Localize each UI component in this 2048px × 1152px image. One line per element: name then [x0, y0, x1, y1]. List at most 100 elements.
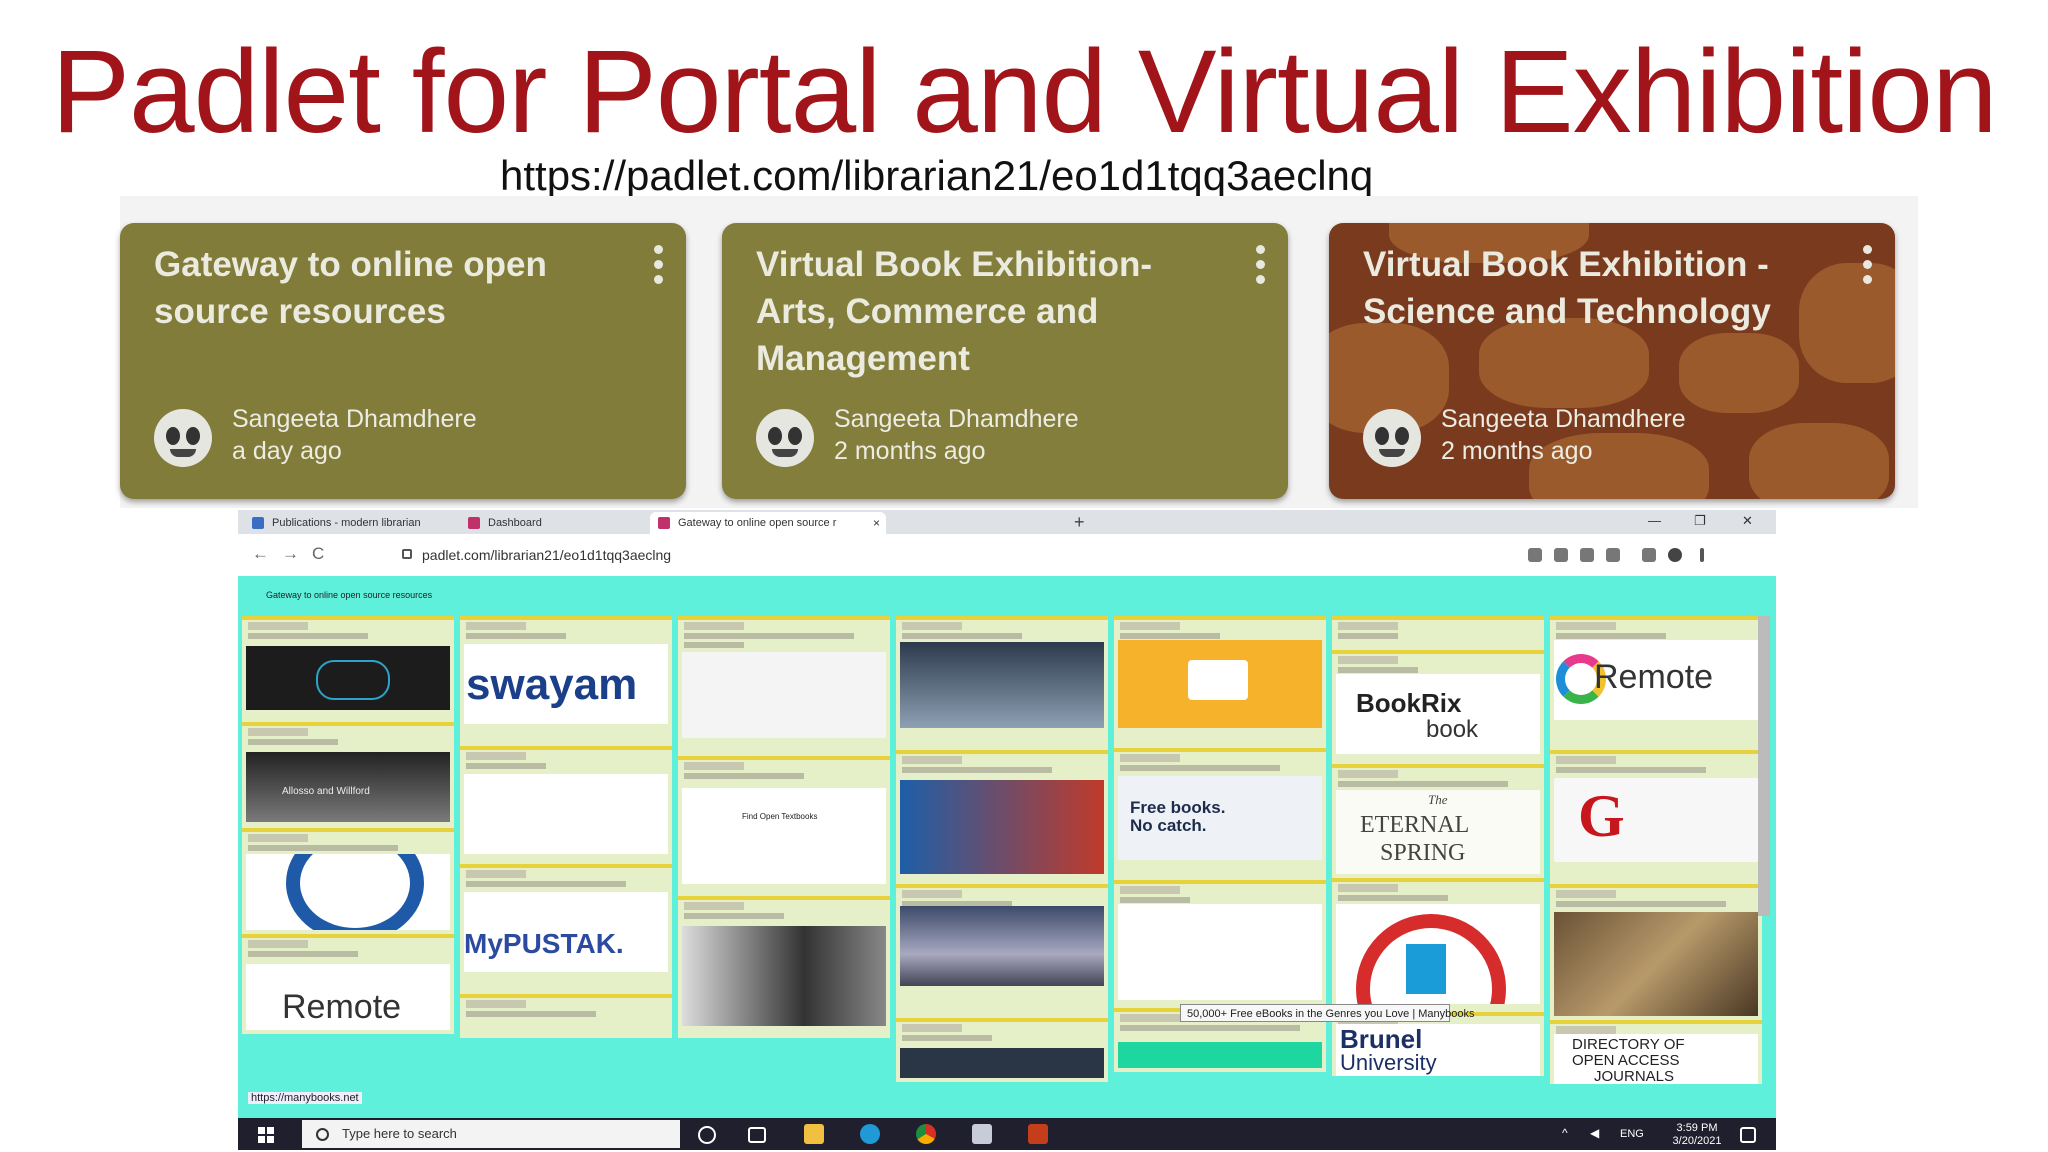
- post[interactable]: [896, 750, 1108, 884]
- post[interactable]: [678, 616, 890, 756]
- thumb-label: The: [1428, 792, 1448, 807]
- giraffe-pattern: [1679, 333, 1799, 413]
- post-thumbnail: Brunel University: [1336, 1024, 1540, 1076]
- address-text: padlet.com/librarian21/eo1d1tqq3aeclng: [422, 547, 672, 563]
- thumb-label: swayam: [466, 660, 638, 709]
- link-tooltip: 50,000+ Free eBooks in the Genres you Lo…: [1180, 1004, 1475, 1022]
- book-icon: [252, 517, 264, 529]
- more-options-icon[interactable]: [654, 245, 664, 290]
- card-author: Sangeeta Dhamdhere: [834, 405, 1079, 433]
- post[interactable]: Remote: [1550, 616, 1762, 750]
- post[interactable]: [896, 616, 1108, 750]
- post-thumbnail: [1336, 904, 1540, 1004]
- profile-icon[interactable]: [1668, 548, 1682, 562]
- file-explorer-icon[interactable]: [804, 1124, 824, 1144]
- scrollbar[interactable]: [1758, 616, 1770, 916]
- tab-dashboard[interactable]: Dashboard ×: [460, 512, 672, 534]
- card-author: Sangeeta Dhamdhere: [1441, 405, 1686, 433]
- post[interactable]: BookRix book: [1332, 650, 1544, 764]
- windows-start-icon[interactable]: [258, 1127, 274, 1143]
- tab-label: Dashboard: [488, 517, 542, 529]
- volume-icon[interactable]: ◀: [1590, 1127, 1599, 1140]
- close-window-button[interactable]: ✕: [1742, 510, 1753, 532]
- post-thumbnail: [246, 854, 450, 930]
- app-icon[interactable]: [972, 1124, 992, 1144]
- post[interactable]: Free books. No catch.: [1114, 748, 1326, 880]
- post[interactable]: [460, 746, 672, 864]
- language-indicator[interactable]: ENG: [1620, 1128, 1644, 1141]
- padlet-card-gateway[interactable]: Gateway to online open source resources …: [120, 223, 686, 499]
- post-thumbnail: [246, 646, 450, 710]
- post[interactable]: [1332, 616, 1544, 650]
- reload-button[interactable]: C: [312, 544, 324, 564]
- new-tab-button[interactable]: +: [1074, 510, 1085, 534]
- powerpoint-icon[interactable]: [1028, 1124, 1048, 1144]
- g-letter: G: [1578, 783, 1625, 849]
- post[interactable]: [460, 994, 672, 1038]
- qr-code-icon[interactable]: [1528, 548, 1542, 562]
- thumb-label: ETERNAL: [1360, 812, 1470, 838]
- address-bar[interactable]: padlet.com/librarian21/eo1d1tqq3aeclng: [398, 540, 1718, 570]
- post[interactable]: Allosso and Willford: [242, 722, 454, 828]
- chrome-icon[interactable]: [916, 1124, 936, 1144]
- post[interactable]: Find Open Textbooks: [678, 756, 890, 896]
- minimize-button[interactable]: —: [1648, 510, 1661, 532]
- task-view-icon[interactable]: [748, 1127, 766, 1143]
- padlet-card-science-technology[interactable]: Virtual Book Exhibition - Science and Te…: [1329, 223, 1895, 499]
- post[interactable]: [1550, 884, 1762, 1020]
- post-thumbnail: [682, 652, 886, 738]
- padlet-column: swayam MyPUSTAK.: [460, 616, 672, 1128]
- padlet-page-title: Gateway to online open source resources: [266, 590, 433, 600]
- install-icon[interactable]: [1554, 548, 1568, 562]
- thumb-label: Remote: [1594, 658, 1714, 696]
- restore-button[interactable]: ❐: [1694, 510, 1706, 532]
- padlet-wall: Allosso and Willford Remote swayam MyPUS…: [238, 616, 1776, 1128]
- post[interactable]: [896, 884, 1108, 1018]
- zoom-icon[interactable]: [1580, 548, 1594, 562]
- post[interactable]: [1114, 616, 1326, 748]
- post-thumbnail: [1118, 640, 1322, 728]
- close-tab-icon[interactable]: ×: [873, 512, 880, 534]
- card-author: Sangeeta Dhamdhere: [232, 405, 477, 433]
- menu-icon[interactable]: [1700, 548, 1704, 562]
- thumb-label: DIRECTORY OF: [1572, 1036, 1685, 1053]
- padlet-column: Free books. No catch.: [1114, 616, 1326, 1128]
- post-thumbnail: [1554, 912, 1758, 1016]
- search-placeholder: Type here to search: [342, 1126, 457, 1141]
- card-time: a day ago: [232, 437, 342, 465]
- tab-gateway[interactable]: Gateway to online open source r ×: [650, 512, 886, 534]
- tray-up-arrow[interactable]: ^: [1562, 1127, 1568, 1140]
- bookmark-star-icon[interactable]: [1606, 548, 1620, 562]
- edge-icon[interactable]: [860, 1124, 880, 1144]
- back-button[interactable]: ←: [252, 544, 269, 564]
- clock[interactable]: 3:59 PM 3/20/2021: [1662, 1122, 1732, 1148]
- post[interactable]: The ETERNAL SPRING: [1332, 764, 1544, 878]
- post[interactable]: [242, 828, 454, 934]
- post[interactable]: Remote: [242, 934, 454, 1034]
- tab-publications[interactable]: Publications - modern librarian ×: [244, 512, 480, 534]
- post[interactable]: G: [1550, 750, 1762, 884]
- post[interactable]: MyPUSTAK.: [460, 864, 672, 994]
- post[interactable]: [1332, 878, 1544, 1012]
- browser-window: Publications - modern librarian × Dashbo…: [238, 510, 1776, 1150]
- more-options-icon[interactable]: [1863, 245, 1873, 290]
- post-thumbnail: MyPUSTAK.: [464, 892, 668, 972]
- notifications-icon[interactable]: [1740, 1127, 1756, 1143]
- post-thumbnail: G: [1554, 778, 1758, 862]
- forward-button[interactable]: →: [282, 544, 299, 564]
- padlet-card-arts-commerce[interactable]: Virtual Book Exhibition- Arts, Commerce …: [722, 223, 1288, 499]
- post[interactable]: DIRECTORY OF OPEN ACCESS JOURNALS: [1550, 1020, 1762, 1084]
- post[interactable]: [1114, 880, 1326, 1008]
- more-options-icon[interactable]: [1256, 245, 1266, 290]
- post-thumbnail: swayam: [464, 644, 668, 724]
- extensions-icon[interactable]: [1642, 548, 1656, 562]
- post-thumbnail: The ETERNAL SPRING: [1336, 790, 1540, 874]
- thumb-label: Allosso and Willford: [282, 786, 370, 797]
- post[interactable]: [678, 896, 890, 1038]
- post[interactable]: [242, 616, 454, 722]
- post[interactable]: [896, 1018, 1108, 1082]
- cortana-icon[interactable]: [698, 1126, 716, 1144]
- taskbar-search[interactable]: Type here to search: [302, 1120, 680, 1148]
- post[interactable]: swayam: [460, 616, 672, 746]
- post-thumbnail: [1118, 1042, 1322, 1068]
